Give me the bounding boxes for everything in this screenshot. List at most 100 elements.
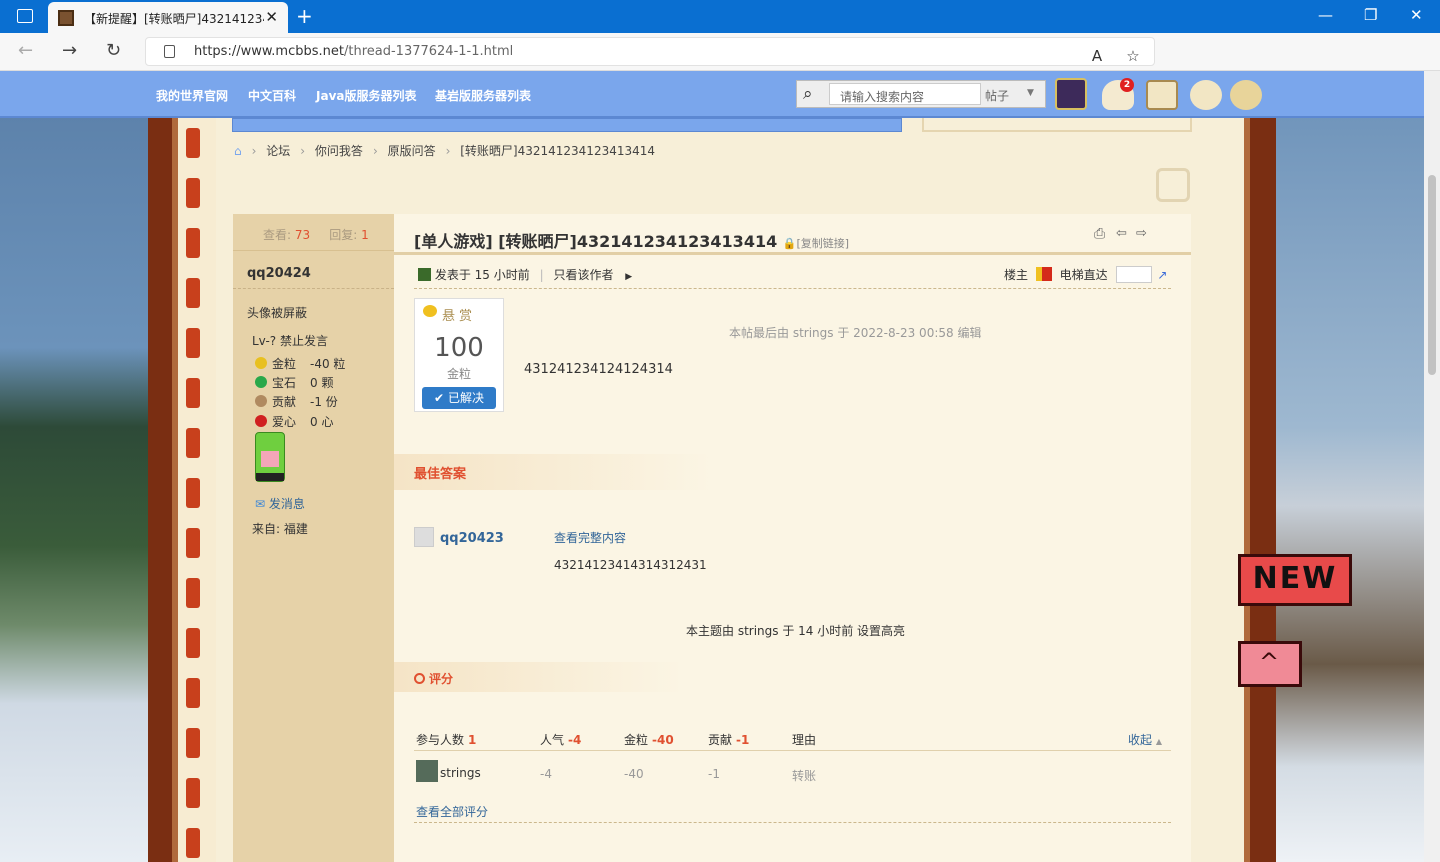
stat-label: 贡献: [272, 395, 297, 409]
bounty-heading: 悬赏: [441, 309, 476, 324]
site-favicon-icon: [58, 10, 74, 26]
user-avatar[interactable]: [1055, 78, 1087, 110]
close-window-icon[interactable]: ✕: [1410, 6, 1423, 24]
rater-name[interactable]: strings: [440, 766, 481, 780]
edit-note: 本帖最后由 strings 于 2022-8-23 00:58 编辑: [729, 326, 982, 340]
online-status-icon: [418, 268, 431, 281]
rating-bottom-divider: [414, 822, 1171, 823]
view-full-link[interactable]: 查看完整内容: [554, 529, 626, 546]
rating-col-contribution: 贡献 -1: [708, 733, 750, 747]
nav-bedrock-servers[interactable]: 基岩版服务器列表: [435, 87, 531, 104]
avatar-blocked-note: 头像被屏蔽: [247, 306, 308, 320]
goto-icon[interactable]: ↗: [1157, 268, 1167, 282]
new-tab-icon[interactable]: +: [296, 4, 313, 28]
meta-divider: [414, 288, 1171, 289]
floor-input[interactable]: [1115, 266, 1152, 283]
crafting-box-icon[interactable]: [1146, 80, 1178, 110]
send-message-link[interactable]: ✉ 发消息: [255, 495, 305, 512]
red-card-icon[interactable]: [1035, 267, 1052, 281]
frame-left: [148, 118, 178, 862]
heart-apple-icon: [255, 415, 267, 427]
chevron-up-icon: ▲: [1155, 737, 1162, 746]
address-bar[interactable]: https://www.mcbbs.net/thread-1377624-1-1…: [145, 37, 1155, 66]
rater-avatar[interactable]: [416, 760, 438, 782]
breadcrumb-item[interactable]: 原版问答: [388, 144, 436, 158]
bounty-card: 悬赏 100 金粒 ✔ 已解决: [414, 298, 504, 412]
breadcrumb-item[interactable]: 论坛: [266, 144, 290, 158]
breadcrumb-item[interactable]: 你问我答: [315, 144, 363, 158]
collapse-link[interactable]: 收起 ▲: [1128, 731, 1162, 748]
character-icon[interactable]: [1190, 80, 1222, 110]
site-top-nav: 我的世界官网 中文百科 Java版服务器列表 基岩版服务器列表 ⌕ 请输入搜索内…: [0, 71, 1424, 118]
prev-thread-icon[interactable]: ⇦: [1116, 226, 1127, 241]
stat-label: 金粒: [272, 357, 297, 371]
elevator-label: 电梯直达: [1059, 268, 1108, 282]
answer-avatar[interactable]: [414, 527, 434, 547]
restore-icon[interactable]: ❐: [1364, 6, 1377, 24]
rating-divider: [414, 750, 1171, 751]
search-scope-select[interactable]: 帖子: [985, 87, 1009, 104]
next-thread-icon[interactable]: ⇨: [1136, 226, 1147, 241]
nav-minecraft-official[interactable]: 我的世界官网: [156, 87, 228, 104]
mail-icon: ✉: [255, 497, 266, 511]
back-icon[interactable]: ←: [18, 40, 33, 61]
author-location: 来自: 福建: [252, 522, 308, 536]
forward-icon[interactable]: →: [62, 40, 77, 61]
print-icon[interactable]: ⎙: [1094, 226, 1105, 242]
only-author-link[interactable]: 只看该作者: [553, 268, 613, 282]
browser-tab-active[interactable]: 【新提醒】[转账晒尸]4321412341234 ✕: [48, 2, 288, 33]
back-to-top-badge[interactable]: ^: [1238, 641, 1302, 687]
copy-link[interactable]: [复制链接]: [797, 237, 850, 250]
close-tab-icon[interactable]: ✕: [265, 8, 278, 26]
home-icon[interactable]: ⌂: [234, 144, 242, 158]
stat-label: 爱心: [272, 415, 297, 429]
page-scrollbar[interactable]: [1424, 71, 1440, 862]
answer-user[interactable]: qq20423: [440, 531, 504, 546]
author-name[interactable]: qq20424: [247, 266, 311, 281]
rating-contribution: -1: [708, 767, 720, 781]
highlight-note: 本主题由 strings 于 14 小时前 设置高亮: [686, 624, 906, 638]
triangle-right-icon: ▶: [625, 272, 633, 282]
stat-value: -1 份: [310, 395, 338, 409]
author-panel: 查看: 73 回复: 1 qq20424 头像被屏蔽 Lv-? 禁止发言 金粒 …: [233, 214, 394, 862]
view-all-ratings-link[interactable]: 查看全部评分: [416, 803, 488, 820]
rating-col-participants: 参与人数 1: [416, 733, 477, 747]
chevron-down-icon[interactable]: ▼: [1027, 88, 1034, 98]
rating-header: 评分: [394, 662, 684, 692]
new-badge[interactable]: NEW: [1238, 554, 1352, 606]
view-reply-stats: 查看: 73 回复: 1: [263, 228, 369, 242]
stat-value: 0 颗: [310, 376, 334, 390]
breadcrumb-current[interactable]: [转账晒尸]432141234123413414: [460, 144, 655, 158]
floor-tools: 楼主 电梯直达 ↗: [1004, 266, 1167, 283]
reply-scroll-icon[interactable]: [1156, 168, 1190, 202]
search-icon[interactable]: ⌕: [803, 84, 813, 104]
scrollbar-thumb[interactable]: [1428, 175, 1436, 375]
nav-java-servers[interactable]: Java版服务器列表: [316, 87, 416, 104]
breadcrumb: ⌂ › 论坛 › 你问我答 › 原版问答 › [转账晒尸]432141234123413…: [234, 144, 656, 158]
browser-toolbar: ← → ↻ https://www.mcbbs.net/thread-13776…: [0, 33, 1440, 95]
rating-popularity: -4: [540, 767, 552, 781]
lock-icon: 🔒: [782, 237, 797, 250]
thread-title: [单人游戏] [转账晒尸]432141234123413414 🔒[复制链接]: [414, 232, 850, 251]
medal-pig-icon: [255, 432, 285, 482]
background-left-scene: [0, 71, 150, 862]
nav-wiki[interactable]: 中文百科: [248, 87, 296, 104]
minimize-icon[interactable]: —: [1318, 6, 1333, 24]
background-right-scene: [1275, 71, 1424, 862]
palette-icon[interactable]: [1230, 80, 1262, 110]
check-icon: ✔: [434, 391, 445, 405]
refresh-icon[interactable]: ↻: [106, 40, 121, 61]
gem-icon: [255, 376, 267, 388]
browser-tab-bar: 【新提醒】[转账晒尸]4321412341234 ✕ + — ❐ ✕: [0, 0, 1440, 33]
circle-icon: [414, 673, 425, 684]
post-body: 431241234124124314: [524, 362, 673, 377]
url-text: https://www.mcbbs.net/thread-1377624-1-1…: [194, 44, 514, 59]
floor-label: 楼主: [1004, 268, 1029, 282]
best-answer-header: 最佳答案: [394, 454, 1191, 490]
search-input[interactable]: 请输入搜索内容: [829, 83, 981, 105]
favorite-add-icon[interactable]: ☆: [1124, 47, 1142, 65]
tab-actions-icon[interactable]: [17, 9, 33, 23]
notification-icon[interactable]: 2: [1102, 78, 1134, 110]
rating-heading: 评分: [414, 670, 453, 687]
read-aloud-icon[interactable]: A: [1088, 47, 1106, 65]
